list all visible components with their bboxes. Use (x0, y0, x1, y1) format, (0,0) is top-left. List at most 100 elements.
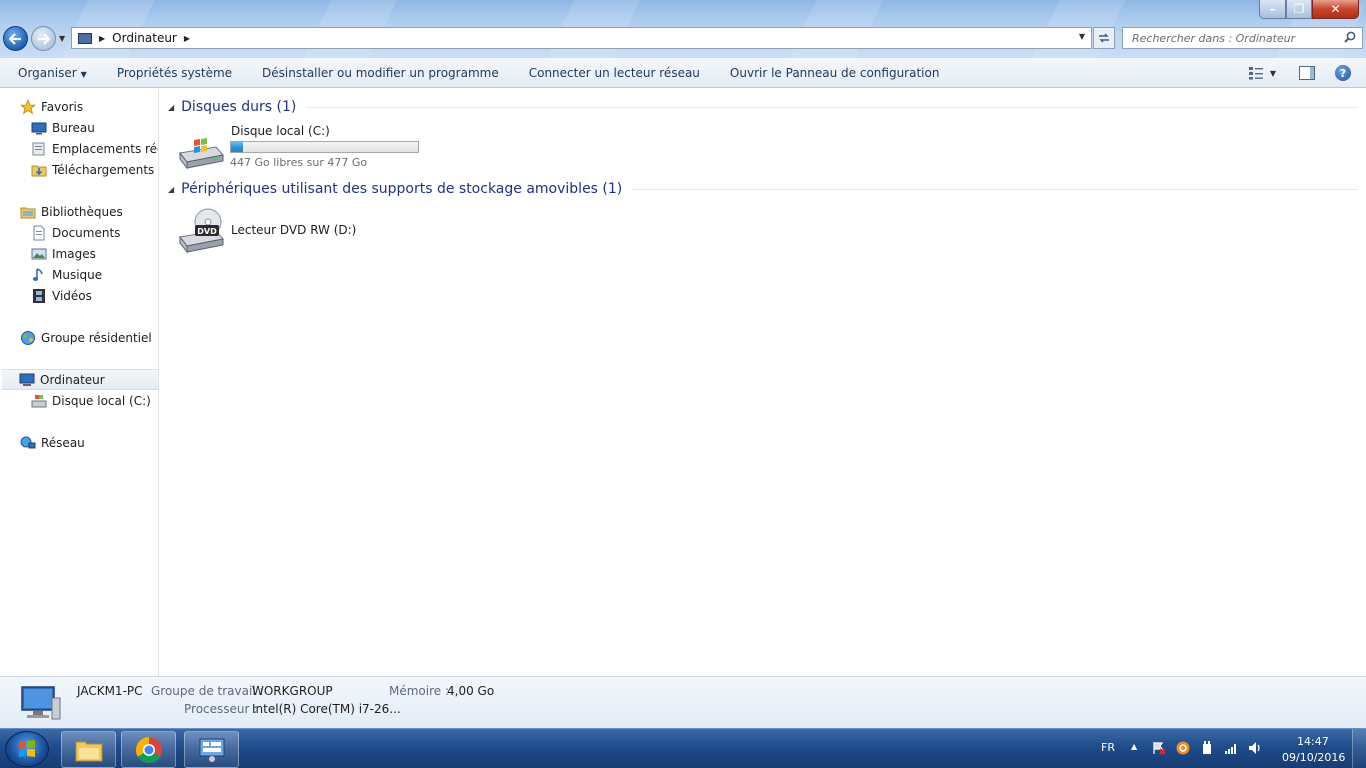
command-bar: Organiser ▼ Propriétés système Désinstall… (0, 58, 1366, 88)
windows-logo-icon (19, 740, 35, 757)
explorer-icon (75, 741, 102, 761)
images-icon (31, 248, 47, 259)
address-bar[interactable]: ▶ Ordinateur ▶ ▼ (71, 27, 1092, 49)
sidebar-item-homegroup[interactable]: Groupe résidentiel (0, 327, 152, 348)
clock-date[interactable]: 09/10/2016 (1282, 751, 1345, 764)
dvd-drive-icon[interactable]: DVD (176, 207, 226, 255)
open-control-panel-button[interactable]: Ouvrir le Panneau de configuration (715, 66, 955, 80)
music-note-icon (32, 267, 43, 281)
sidebar-item-label: Téléchargements (52, 162, 155, 177)
start-button[interactable] (5, 731, 49, 767)
recent-places-icon (32, 142, 45, 155)
computer-icon (19, 373, 35, 386)
sidebar-item-downloads[interactable]: Téléchargements (0, 159, 154, 180)
address-dropdown-icon[interactable]: ▼ (1079, 32, 1085, 41)
sidebar-item-libraries[interactable]: Bibliothèques (0, 201, 123, 222)
sidebar-item-images[interactable]: Images (0, 243, 96, 264)
workgroup-value: WORKGROUP (252, 684, 333, 698)
search-input[interactable] (1132, 31, 1337, 45)
computer-icon (78, 32, 92, 44)
film-strip-icon (33, 288, 45, 303)
sidebar-item-documents[interactable]: Documents (0, 222, 120, 243)
window-titlebar: – ❐ ✕ ▼ ▶ Ordinateur ▶ ▼ (0, 0, 1366, 58)
sidebar-item-recent-places[interactable]: Emplacements récents (0, 138, 158, 159)
breadcrumb-chevron-icon[interactable]: ▶ (184, 34, 190, 43)
view-dropdown-icon[interactable]: ▼ (1270, 69, 1276, 78)
sidebar-item-local-disk[interactable]: Disque local (C:) (0, 390, 151, 411)
sidebar-item-music[interactable]: Musique (0, 264, 102, 285)
avast-icon[interactable] (1176, 741, 1190, 755)
search-box[interactable] (1122, 27, 1363, 49)
taskbar-control-panel-button[interactable] (184, 731, 239, 768)
sidebar-item-label: Images (52, 246, 96, 261)
group-header-removable[interactable]: ◢ Périphériques utilisant des supports d… (168, 179, 1358, 199)
star-icon (20, 98, 36, 114)
action-center-icon[interactable] (1152, 741, 1166, 755)
group-divider (306, 106, 1358, 108)
hard-drive-icon[interactable] (176, 131, 226, 171)
computer-name: JACKM1-PC (77, 684, 143, 698)
sidebar-item-network[interactable]: Réseau (0, 432, 85, 453)
details-pane: JACKM1-PC Groupe de travail : WORKGROUP … (0, 676, 1366, 728)
forward-button[interactable] (31, 26, 56, 51)
sidebar-item-favorites[interactable]: Favoris (0, 96, 83, 117)
help-icon[interactable]: ? (1335, 65, 1351, 81)
sidebar-item-label: Musique (52, 267, 103, 282)
memory-value: 4,00 Go (447, 684, 495, 698)
map-network-drive-button[interactable]: Connecter un lecteur réseau (514, 66, 715, 80)
memory-label: Mémoire : (389, 684, 450, 698)
group-header-hard-disks[interactable]: ◢ Disques durs (1) (168, 97, 1358, 117)
breadcrumb-chevron-icon[interactable]: ▶ (99, 34, 105, 43)
content-pane: ◢ Disques durs (1) Disque local (C:) 447… (160, 89, 1366, 676)
sidebar-item-label: Réseau (41, 435, 85, 450)
arrow-left-icon (9, 32, 21, 45)
downloads-folder-icon (31, 165, 47, 176)
refresh-icon (1099, 33, 1109, 43)
processor-value: Intel(R) Core(TM) i7-26... (252, 702, 401, 716)
group-divider (632, 188, 1358, 190)
drive-name[interactable]: Disque local (C:) (231, 124, 330, 138)
drive-free-space: 447 Go libres sur 477 Go (230, 156, 368, 169)
preview-pane-icon[interactable] (1299, 66, 1315, 80)
hard-drive-icon (31, 394, 47, 407)
arrow-right-icon (38, 32, 50, 45)
organize-label: Organiser (18, 65, 77, 80)
network-signal-icon[interactable] (1224, 741, 1238, 755)
group-title: Périphériques utilisant des supports de … (181, 181, 623, 197)
sidebar-item-label: Vidéos (52, 288, 92, 303)
back-button[interactable] (3, 26, 28, 51)
show-desktop-button[interactable] (1352, 729, 1366, 768)
volume-icon[interactable] (1248, 741, 1262, 755)
collapse-triangle-icon[interactable]: ◢ (168, 103, 174, 112)
sidebar-item-label: Bibliothèques (41, 204, 123, 219)
system-properties-button[interactable]: Propriétés système (102, 66, 247, 80)
drive-usage-fill (231, 142, 243, 152)
taskbar-explorer-button[interactable] (61, 731, 116, 768)
recent-pages-dropdown[interactable]: ▼ (59, 34, 65, 43)
maximize-button[interactable]: ❐ (1286, 0, 1312, 19)
sidebar-item-desktop[interactable]: Bureau (0, 117, 95, 138)
minimize-button[interactable]: – (1259, 0, 1286, 19)
sidebar-item-label: Emplacements récents (52, 141, 158, 156)
uninstall-program-button[interactable]: Désinstaller ou modifier un programme (247, 66, 514, 80)
refresh-button[interactable] (1093, 27, 1115, 49)
organize-menu[interactable]: Organiser ▼ (0, 66, 102, 80)
collapse-triangle-icon[interactable]: ◢ (168, 185, 174, 194)
window-controls: – ❐ ✕ (1259, 0, 1359, 19)
power-plug-icon[interactable] (1200, 741, 1214, 755)
breadcrumb-computer[interactable]: Ordinateur (112, 31, 177, 45)
sidebar-item-label: Disque local (C:) (52, 393, 151, 408)
language-indicator[interactable]: FR (1101, 741, 1115, 754)
control-panel-icon (199, 738, 224, 762)
search-icon[interactable] (1344, 31, 1356, 43)
sidebar-item-videos[interactable]: Vidéos (0, 285, 92, 306)
drive-name[interactable]: Lecteur DVD RW (D:) (231, 223, 356, 237)
sidebar-item-computer[interactable]: Ordinateur (2, 369, 158, 390)
clock-time[interactable]: 14:47 (1297, 735, 1329, 748)
taskbar-chrome-button[interactable] (121, 731, 176, 768)
close-button[interactable]: ✕ (1312, 0, 1359, 19)
chrome-icon (135, 736, 162, 763)
change-view-icon[interactable] (1248, 66, 1264, 80)
libraries-icon (20, 207, 36, 218)
show-hidden-icons-icon[interactable]: ▲ (1131, 742, 1137, 751)
